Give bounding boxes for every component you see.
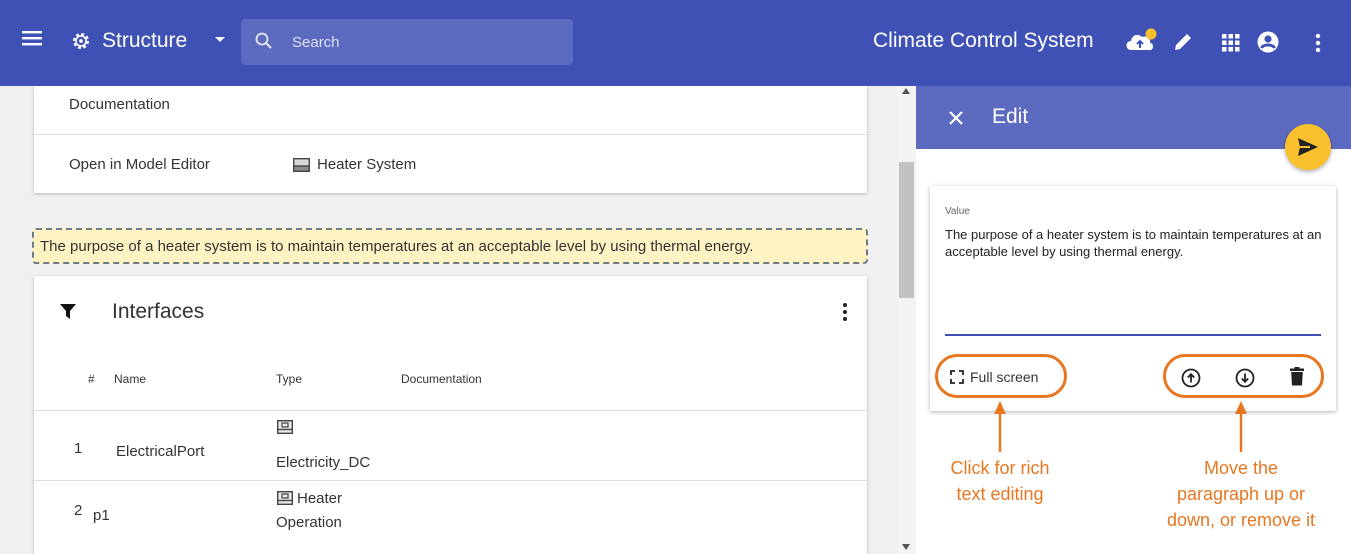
callout-line: Move the (1203, 458, 1279, 478)
callout-line: Click for rich (950, 458, 1050, 478)
fullscreen-callout: Click for rich text editing (926, 455, 1074, 507)
callout-line: down, or remove it (1166, 510, 1316, 530)
actions-callout: Move the paragraph up or down, or remove… (1137, 455, 1345, 533)
callout-line: paragraph up or (1176, 484, 1306, 504)
callout-line: text editing (956, 484, 1044, 504)
